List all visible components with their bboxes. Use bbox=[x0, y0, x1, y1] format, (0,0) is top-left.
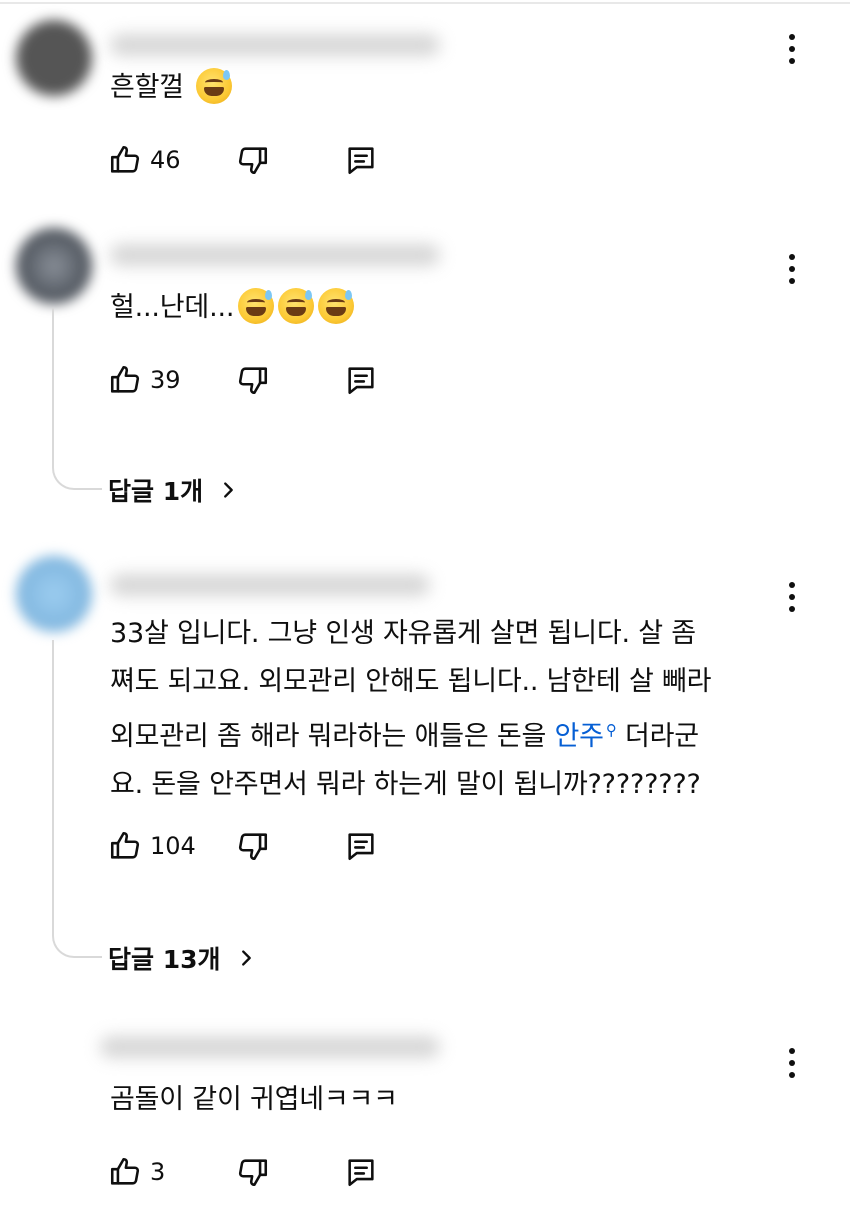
thumbs-up-icon bbox=[110, 145, 140, 173]
author-name-blurred bbox=[100, 1036, 440, 1058]
like-button[interactable]: 3 bbox=[108, 1152, 165, 1192]
grin-sweat-emoji bbox=[238, 288, 275, 324]
thread-line bbox=[52, 640, 102, 958]
thumbs-down-icon bbox=[238, 1159, 268, 1187]
search-small-icon: ⚲ bbox=[605, 721, 617, 739]
comment-text: 헐...난데... bbox=[110, 284, 770, 332]
reply-comment-icon bbox=[348, 1159, 374, 1187]
like-button[interactable]: 46 bbox=[108, 140, 181, 180]
like-count: 39 bbox=[150, 366, 181, 394]
comment-text: 33살 입니다. 그냥 인생 자유롭게 살면 됩니다. 살 좀 쪄도 되고요. … bbox=[110, 618, 712, 800]
reply-comment-icon bbox=[348, 367, 374, 395]
comment-text: 흔할껄 bbox=[110, 64, 770, 112]
view-replies-button[interactable]: 답글 13개 bbox=[108, 940, 257, 976]
view-replies-button[interactable]: 답글 1개 bbox=[108, 472, 239, 508]
reply-comment-icon bbox=[348, 833, 374, 861]
comment-text: 곰돌이 같이 귀엽네ㅋㅋㅋ bbox=[110, 1084, 398, 1115]
grin-sweat-emoji bbox=[318, 288, 355, 324]
reply-comment-icon bbox=[348, 147, 374, 175]
reply-button[interactable] bbox=[344, 140, 378, 180]
search-link[interactable]: 안주 ⚲ bbox=[555, 721, 617, 752]
reply-button[interactable] bbox=[344, 1152, 378, 1192]
thumbs-up-icon bbox=[110, 1157, 140, 1185]
more-options-button[interactable] bbox=[780, 30, 804, 70]
like-button[interactable]: 104 bbox=[108, 826, 196, 866]
thumbs-down-icon bbox=[238, 147, 268, 175]
thread-line bbox=[52, 308, 102, 490]
grin-sweat-emoji bbox=[278, 288, 315, 324]
like-button[interactable]: 39 bbox=[108, 360, 181, 400]
more-options-button[interactable] bbox=[780, 1044, 804, 1084]
dislike-button[interactable] bbox=[236, 140, 270, 180]
thumbs-down-icon bbox=[238, 833, 268, 861]
chevron-right-icon bbox=[224, 482, 233, 498]
laughing-tears-emoji bbox=[196, 68, 233, 104]
like-count: 104 bbox=[150, 832, 196, 860]
avatar[interactable] bbox=[16, 20, 92, 96]
dislike-button[interactable] bbox=[236, 1152, 270, 1192]
like-count: 3 bbox=[150, 1158, 166, 1186]
more-options-button[interactable] bbox=[780, 250, 804, 290]
thumbs-up-icon bbox=[110, 831, 140, 859]
reply-button[interactable] bbox=[344, 360, 378, 400]
like-count: 46 bbox=[150, 146, 181, 174]
author-name-blurred bbox=[110, 244, 440, 266]
top-divider bbox=[0, 2, 850, 4]
author-name-blurred bbox=[110, 574, 430, 596]
more-options-button[interactable] bbox=[780, 578, 804, 618]
author-name-blurred bbox=[110, 34, 440, 56]
thumbs-down-icon bbox=[238, 367, 268, 395]
reply-button[interactable] bbox=[344, 826, 378, 866]
chevron-right-icon bbox=[241, 950, 251, 966]
avatar[interactable] bbox=[16, 228, 92, 304]
dislike-button[interactable] bbox=[236, 826, 270, 866]
thumbs-up-icon bbox=[110, 365, 140, 393]
avatar[interactable] bbox=[16, 556, 92, 632]
dislike-button[interactable] bbox=[236, 360, 270, 400]
